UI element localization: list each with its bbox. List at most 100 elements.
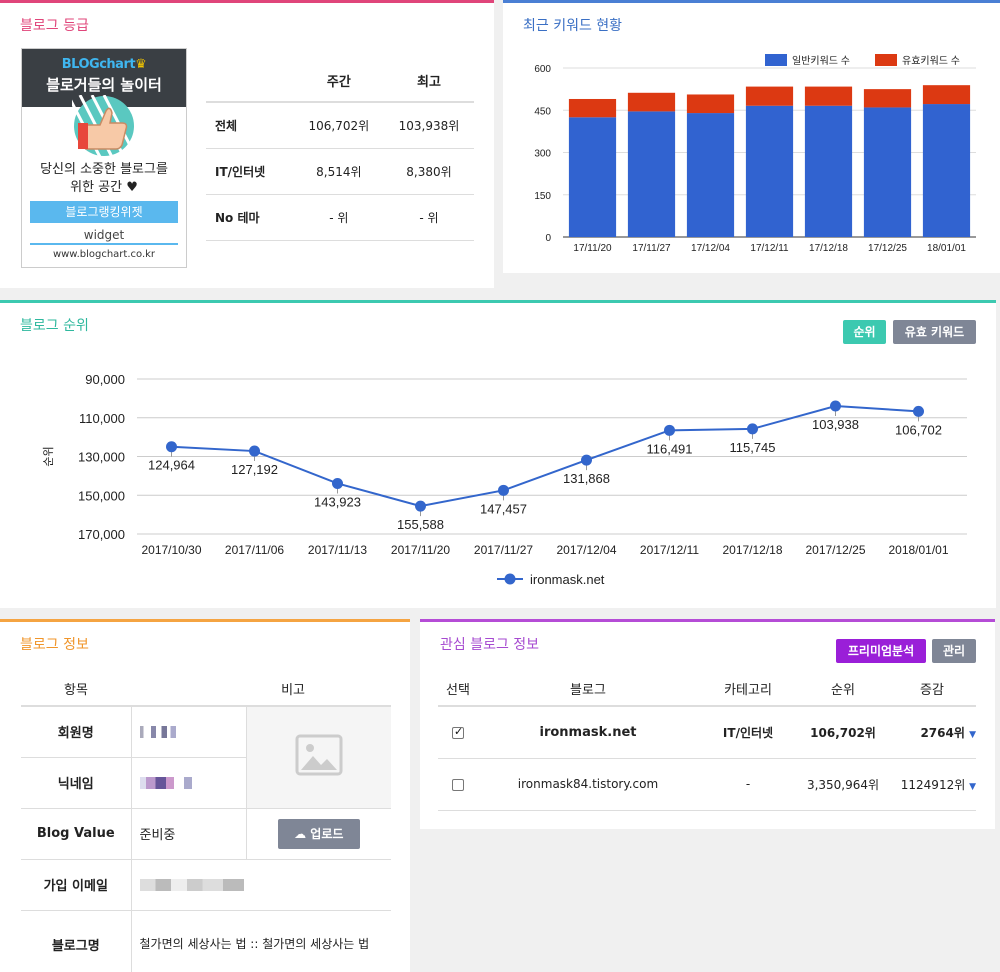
- manage-button[interactable]: 관리: [932, 639, 976, 663]
- x-tick-label: 17/11/20: [573, 243, 612, 254]
- caret-down-icon: ▼: [969, 729, 976, 740]
- data-label: 116,491: [646, 441, 692, 456]
- redacted-member-name: [139, 725, 176, 738]
- blogchart-widget[interactable]: BLOGchart♛ 블로거들의 놀이터 당신의 소중한 블로그를 위한 공간 …: [21, 48, 187, 268]
- y-tick-label: 130,000: [78, 450, 125, 465]
- y-tick-label: 150: [534, 191, 551, 202]
- bar-normal-keyword: [804, 105, 853, 237]
- col-header-change: 증감: [888, 672, 976, 707]
- redacted-email: [139, 878, 244, 891]
- blog-info-table: 항목 비고 회원명 닉네임 Blog Value 준비중 ☁ 업로드 가입 이메…: [21, 672, 391, 972]
- col-header-item: 항목: [21, 672, 131, 707]
- legend-label: 일반키워드 수: [792, 54, 850, 67]
- rank-line-chart: 90,000 110,000 130,000 150,000 170,000 순위 124,…: [42, 372, 967, 587]
- bar-normal-keyword: [568, 117, 617, 237]
- caret-down-icon: ▼: [969, 781, 976, 792]
- panel-title: 블로그 정보: [20, 637, 89, 653]
- data-point: [249, 445, 260, 457]
- y-tick-label: 300: [534, 149, 551, 160]
- col-header: [206, 60, 294, 103]
- data-label: 147,457: [480, 501, 527, 516]
- x-tick-label: 17/12/04: [691, 243, 730, 254]
- upload-button[interactable]: ☁ 업로드: [277, 818, 360, 849]
- data-point: [747, 423, 758, 435]
- data-label: 103,938: [812, 417, 859, 432]
- y-tick-label: 150,000: [78, 488, 125, 503]
- x-tick-label: 2017/12/25: [805, 543, 865, 557]
- bar-normal-keyword: [922, 104, 971, 237]
- widget-slogan: 블로거들의 놀이터: [46, 76, 162, 94]
- data-point: [664, 424, 675, 436]
- x-tick-label: 2017/12/04: [556, 543, 616, 557]
- col-header-best: 최고: [383, 60, 474, 103]
- data-point: [415, 500, 426, 512]
- bar-normal-keyword: [745, 105, 794, 237]
- bar-paid-keyword: [745, 86, 794, 106]
- legend-label: 유효키워드 수: [902, 54, 960, 67]
- blog-grade-panel: 블로그 등급 BLOGchart♛ 블로거들의 놀이터 당신의 소중한 블로그를…: [0, 0, 494, 288]
- widget-label: widget: [30, 225, 178, 245]
- blog-rank-panel: 블로그 순위 순위 유효 키워드 90,000 110,000 130,000 150…: [0, 300, 996, 608]
- panel-title: 블로그 등급: [20, 18, 89, 34]
- bar-normal-keyword: [863, 107, 912, 237]
- bar-normal-keyword: [686, 113, 735, 237]
- data-point: [166, 441, 177, 453]
- widget-url[interactable]: www.blogchart.co.kr: [22, 249, 186, 260]
- data-point: [830, 400, 841, 412]
- profile-image-placeholder: [246, 706, 391, 809]
- select-checkbox[interactable]: [452, 725, 464, 739]
- data-point: [913, 405, 924, 417]
- x-tick-label: 17/12/18: [809, 243, 848, 254]
- data-label: 115,745: [729, 440, 775, 455]
- data-label: 106,702: [895, 422, 942, 437]
- select-checkbox[interactable]: [452, 778, 464, 791]
- x-tick-label: 2017/11/27: [474, 543, 533, 557]
- bar-paid-keyword: [627, 92, 676, 112]
- y-axis-title: 순위: [42, 446, 55, 466]
- y-tick-label: 90,000: [85, 372, 125, 387]
- data-label: 155,588: [397, 517, 444, 532]
- bar-paid-keyword: [686, 94, 735, 114]
- panel-title: 관심 블로그 정보: [440, 637, 540, 653]
- bar-normal-keyword: [627, 111, 676, 237]
- legend-swatch: [765, 54, 787, 66]
- x-tick-label: 17/12/25: [868, 243, 907, 254]
- bar-paid-keyword: [568, 98, 617, 118]
- x-tick-label: 2017/11/06: [225, 543, 284, 557]
- table-row: 전체 106,702위 103,938위: [206, 102, 474, 149]
- bar-paid-keyword: [804, 86, 853, 106]
- cloud-upload-icon: ☁: [294, 826, 307, 841]
- table-row: No 테마 - 위 - 위: [206, 194, 474, 241]
- x-tick-label: 2017/10/30: [141, 543, 201, 557]
- legend-swatch: [875, 54, 897, 66]
- y-tick-label: 450: [534, 106, 551, 117]
- premium-analysis-button[interactable]: 프리미엄분석: [836, 639, 926, 663]
- table-row: 블로그명 철가면의 세상사는 법 :: 철가면의 세상사는 법: [21, 910, 391, 972]
- bar-paid-keyword: [922, 85, 971, 105]
- thumbs-up-icon: [72, 95, 136, 157]
- col-header-weekly: 주간: [293, 60, 384, 103]
- data-point: [498, 484, 509, 496]
- crown-icon: ♛: [135, 57, 147, 72]
- x-tick-label: 17/11/27: [632, 243, 671, 254]
- y-tick-label: 600: [534, 64, 551, 75]
- table-row: 가입 이메일: [21, 859, 391, 911]
- image-icon: [295, 734, 343, 776]
- data-label: 127,192: [231, 462, 278, 477]
- ranking-widget-button[interactable]: 블로그랭킹위젯: [30, 201, 178, 223]
- table-row: Blog Value 준비중 ☁ 업로드: [21, 808, 391, 860]
- col-header-select: 선택: [438, 672, 478, 707]
- table-row: ironmask84.tistory.com - 3,350,964위 1124…: [438, 758, 976, 811]
- x-tick-label: 2017/12/18: [722, 543, 782, 557]
- y-tick-label: 170,000: [78, 527, 125, 542]
- table-row: ironmask.net IT/인터넷 106,702위 2764위 ▼: [438, 706, 976, 759]
- col-header-blog: 블로그: [478, 672, 698, 707]
- legend-label: ironmask.net: [530, 572, 605, 587]
- redacted-nickname: [139, 776, 192, 789]
- col-header-note: 비고: [131, 672, 391, 707]
- data-label: 131,868: [563, 471, 610, 486]
- x-tick-label: 2017/11/13: [308, 543, 367, 557]
- table-row: IT/인터넷 8,514위 8,380위: [206, 148, 474, 195]
- x-tick-label: 2018/01/01: [888, 543, 948, 557]
- grade-table: 주간 최고 전체 106,702위 103,938위 IT/인터넷 8,514위…: [206, 60, 474, 241]
